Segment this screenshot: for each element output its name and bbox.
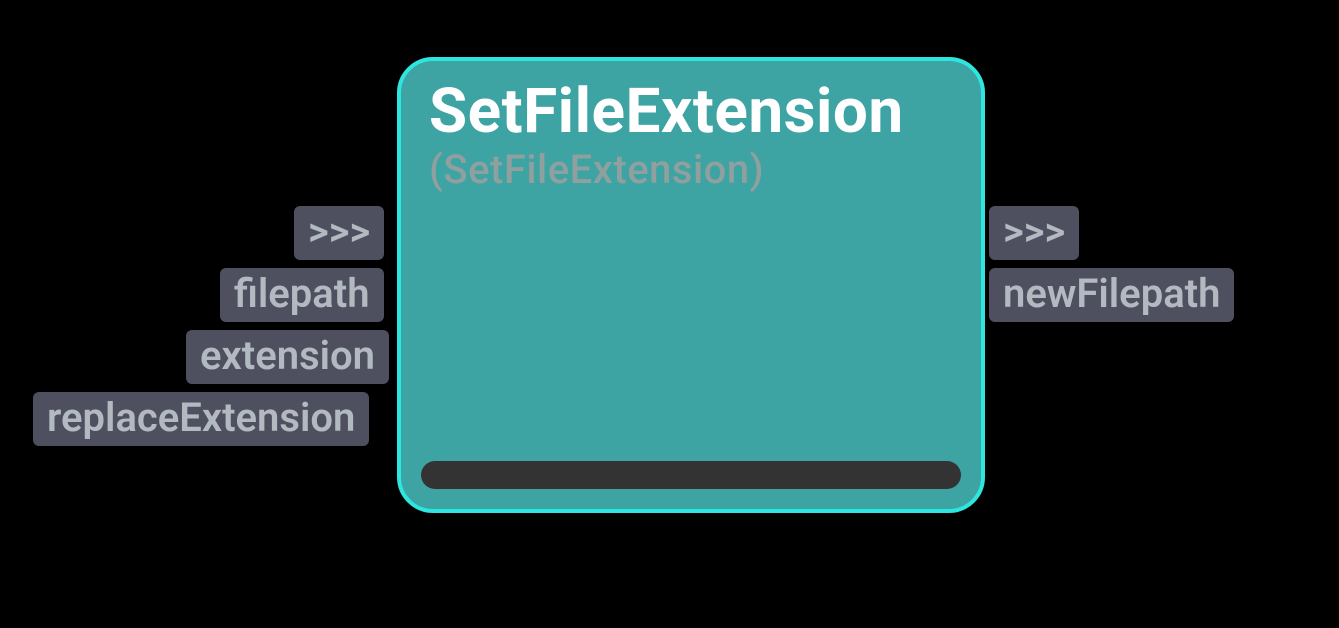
input-port-exec[interactable]: >>> bbox=[294, 206, 384, 260]
node-graph-canvas[interactable]: SetFileExtension (SetFileExtension) >>> … bbox=[0, 0, 1339, 628]
node-subtitle: (SetFileExtension) bbox=[429, 146, 953, 193]
node-footer-bar bbox=[421, 461, 961, 489]
output-port-exec[interactable]: >>> bbox=[989, 206, 1079, 260]
node-title: SetFileExtension bbox=[429, 79, 953, 144]
node-setfileextension[interactable]: SetFileExtension (SetFileExtension) bbox=[397, 57, 985, 513]
output-port-newfilepath[interactable]: newFilepath bbox=[989, 268, 1234, 322]
input-port-filepath[interactable]: filepath bbox=[220, 268, 384, 322]
input-port-replaceextension[interactable]: replaceExtension bbox=[33, 392, 369, 446]
input-port-extension[interactable]: extension bbox=[186, 330, 389, 384]
